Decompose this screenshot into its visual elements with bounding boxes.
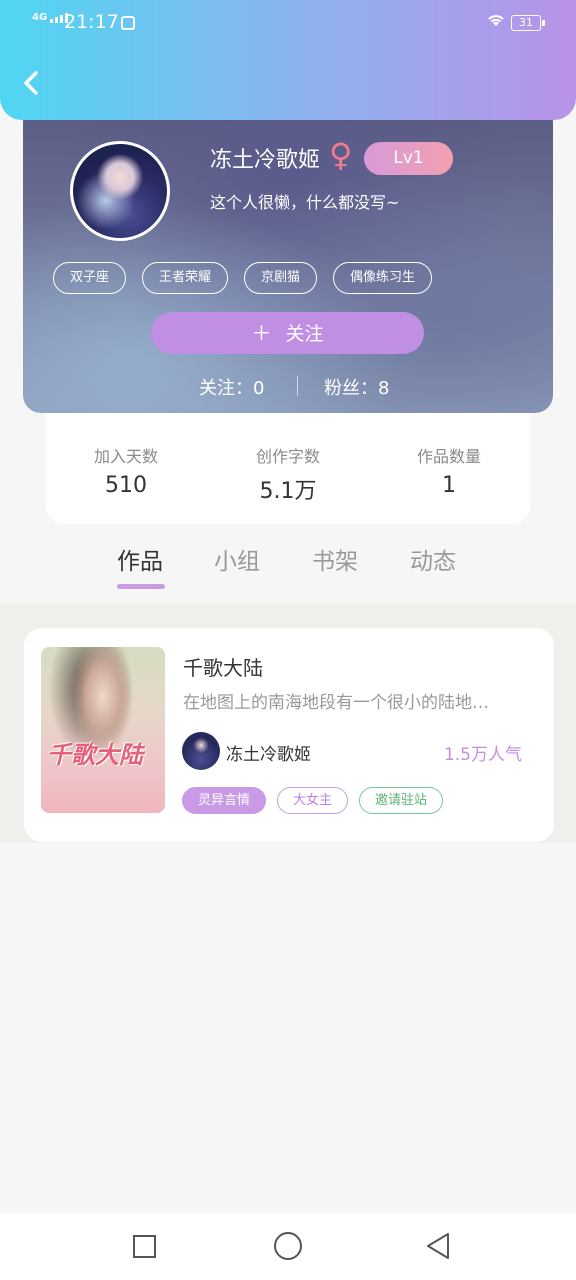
cover-title: 千歌大陆	[47, 740, 143, 769]
home-icon[interactable]	[274, 1232, 302, 1260]
popularity-count: 1.5万人气	[443, 745, 522, 765]
stats-card: 加入天数 510 创作字数 5.1万 作品数量 1	[46, 413, 530, 524]
interest-tag[interactable]: 偶像练习生	[333, 262, 433, 294]
plus-icon: ＋	[251, 321, 272, 345]
follow-button[interactable]: ＋ 关注	[151, 312, 424, 354]
female-gender-icon: ♀	[329, 136, 353, 174]
author-name[interactable]: 冻土冷歌姬	[226, 740, 311, 765]
book-cover[interactable]: 千歌大陆	[41, 647, 165, 813]
user-name: 冻土冷歌姬	[210, 148, 321, 173]
work-card[interactable]: 千歌大陆 千歌大陆 在地图上的南海地段有一个很小的陆地… 冻土冷歌姬 1.5万人…	[24, 628, 554, 842]
stat-value: 5.1万	[259, 479, 317, 504]
active-tab-indicator	[117, 584, 165, 589]
back-triangle-icon[interactable]	[425, 1232, 451, 1260]
divider	[297, 376, 298, 396]
author-avatar[interactable]	[182, 732, 220, 770]
wifi-icon	[486, 12, 506, 32]
chevron-left-icon	[24, 71, 38, 95]
status-bar: 4G 21:17 31	[0, 8, 576, 38]
tab-bookshelf[interactable]: 书架	[312, 542, 358, 576]
content-tabs: 作品 小组 书架 动态	[0, 538, 576, 604]
follow-stats: 关注：0 粉丝：8	[23, 374, 553, 400]
interest-tags: 双子座 王者荣耀 京剧猫 偶像练习生	[53, 262, 433, 294]
header-bar: 4G 21:17 31	[0, 0, 576, 120]
following-count[interactable]: 关注：0	[199, 374, 264, 400]
stat-value: 1	[442, 473, 456, 498]
stat-value: 510	[105, 473, 147, 498]
work-description: 在地图上的南海地段有一个很小的陆地…	[183, 693, 489, 713]
user-bio: 这个人很懒，什么都没写~	[210, 193, 400, 212]
back-button[interactable]	[14, 70, 48, 104]
level-badge: Lv1	[364, 142, 453, 175]
genre-tag[interactable]: 灵异言情	[182, 787, 267, 814]
profile-card: 冻土冷歌姬 ♀ Lv1 这个人很懒，什么都没写~ 双子座 王者荣耀 京剧猫 偶像…	[23, 104, 553, 413]
invite-tag[interactable]: 邀请驻站	[359, 787, 444, 814]
stat-join-days: 加入天数 510	[46, 443, 206, 498]
stat-works-count: 作品数量 1	[369, 443, 529, 498]
stat-label: 作品数量	[416, 447, 481, 466]
work-tags: 灵异言情 大女主 邀请驻站	[182, 787, 444, 814]
stat-word-count: 创作字数 5.1万	[208, 443, 368, 505]
stat-label: 加入天数	[93, 447, 158, 466]
interest-tag[interactable]: 王者荣耀	[142, 262, 229, 294]
follow-button-label: 关注	[285, 323, 324, 345]
genre-tag[interactable]: 大女主	[277, 787, 349, 814]
battery-icon: 31	[511, 15, 545, 31]
notification-app-icon	[121, 16, 135, 30]
fans-count[interactable]: 粉丝：8	[324, 374, 389, 400]
work-title[interactable]: 千歌大陆	[183, 652, 263, 681]
signal-icon: 4G	[32, 12, 69, 23]
tab-activity[interactable]: 动态	[410, 542, 456, 576]
interest-tag[interactable]: 京剧猫	[244, 262, 318, 294]
stat-label: 创作字数	[255, 447, 320, 466]
tab-works[interactable]: 作品	[117, 542, 163, 576]
network-type: 4G	[32, 12, 48, 23]
system-nav-bar	[0, 1213, 576, 1280]
tab-groups[interactable]: 小组	[214, 542, 260, 576]
recent-apps-icon[interactable]	[133, 1235, 156, 1258]
avatar[interactable]	[70, 141, 170, 241]
interest-tag[interactable]: 双子座	[53, 262, 127, 294]
status-time: 21:17	[64, 11, 119, 33]
